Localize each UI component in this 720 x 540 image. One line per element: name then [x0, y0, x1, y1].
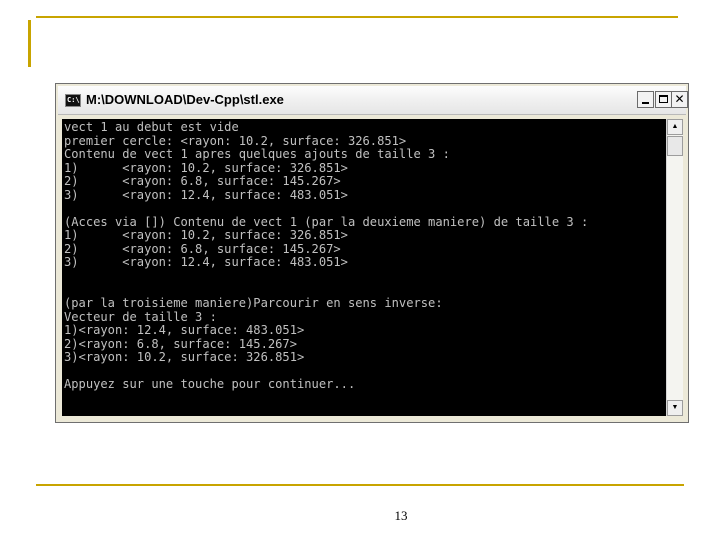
scroll-thumb[interactable] [667, 136, 683, 156]
maximize-button[interactable] [655, 91, 672, 108]
console-line: (Acces via []) Contenu de vect 1 (par la… [64, 214, 589, 229]
console-line: vect 1 au debut est vide [64, 120, 239, 134]
console-window[interactable]: C:\ M:\DOWNLOAD\Dev-Cpp\stl.exe ✕ vect 1… [55, 83, 689, 423]
console-line: 1) <rayon: 10.2, surface: 326.851> [64, 228, 348, 243]
decorative-bottom-rule [36, 484, 684, 486]
console-line: 2)<rayon: 6.8, surface: 145.267> [64, 336, 297, 351]
console-app-icon: C:\ [65, 94, 81, 107]
console-line: 3) <rayon: 12.4, surface: 483.051> [64, 255, 348, 270]
minimize-icon [642, 102, 649, 104]
window-title: M:\DOWNLOAD\Dev-Cpp\stl.exe [86, 92, 284, 107]
console-line: 1) <rayon: 10.2, surface: 326.851> [64, 160, 348, 175]
scroll-up-arrow-icon[interactable]: ▲ [667, 119, 683, 135]
console-line: 2) <rayon: 6.8, surface: 145.267> [64, 174, 341, 189]
page-number: 13 [394, 508, 408, 523]
scroll-down-arrow-icon[interactable]: ▼ [667, 400, 683, 416]
console-line: Contenu de vect 1 apres quelques ajouts … [64, 147, 450, 162]
console-line: Appuyez sur une touche pour continuer... [64, 377, 356, 392]
console-line: 3)<rayon: 10.2, surface: 326.851> [64, 350, 305, 365]
vertical-scrollbar[interactable]: ▲ ▼ [666, 119, 683, 416]
decorative-left-rule [28, 20, 31, 67]
console-line: 2) <rayon: 6.8, surface: 145.267> [64, 241, 341, 256]
decorative-top-rule [36, 16, 678, 18]
console-output[interactable]: vect 1 au debut est vide premier cercle: … [62, 119, 666, 416]
console-line: (par la troisieme maniere)Parcourir en s… [64, 296, 443, 311]
window-titlebar[interactable]: C:\ M:\DOWNLOAD\Dev-Cpp\stl.exe ✕ [58, 86, 688, 115]
maximize-icon [659, 95, 668, 103]
console-line: Vecteur de taille 3 : [64, 309, 217, 324]
console-line: 3) <rayon: 12.4, surface: 483.051> [64, 187, 348, 202]
minimize-button[interactable] [637, 91, 654, 108]
close-button[interactable]: ✕ [671, 91, 688, 108]
console-line: premier cercle: <rayon: 10.2, surface: 3… [64, 133, 407, 148]
console-line: 1)<rayon: 12.4, surface: 483.051> [64, 323, 305, 338]
